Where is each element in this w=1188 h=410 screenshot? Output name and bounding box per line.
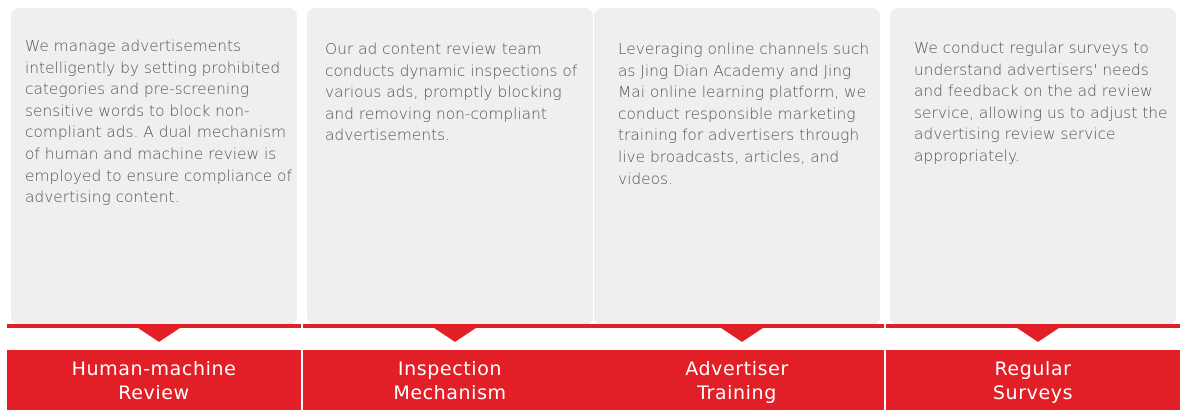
title-line-1: Human-machine bbox=[71, 358, 237, 380]
down-arrow-icon bbox=[1017, 328, 1059, 342]
column-advertiser-training: Leveraging online channels such as Jing … bbox=[590, 8, 884, 410]
title-line-2: Review bbox=[118, 382, 190, 404]
title-line-2: Mechanism bbox=[393, 382, 507, 404]
description-card: Our ad content review team conducts dyna… bbox=[307, 8, 593, 325]
column-inspection-mechanism: Our ad content review team conducts dyna… bbox=[303, 8, 597, 410]
column-human-machine-review: We manage advertisements intelligently b… bbox=[7, 8, 301, 410]
down-arrow-icon bbox=[138, 328, 180, 342]
description-text: We manage advertisements intelligently b… bbox=[25, 37, 292, 207]
title-banner: Advertiser Training bbox=[590, 350, 884, 410]
title-line-1: Inspection bbox=[397, 358, 503, 380]
title-line-1: Regular bbox=[994, 358, 1072, 380]
down-arrow-icon bbox=[721, 328, 763, 342]
description-text: We conduct regular surveys to understand… bbox=[914, 39, 1168, 165]
title-banner: Human-machine Review bbox=[7, 350, 301, 410]
title-line-2: Surveys bbox=[992, 382, 1074, 404]
title-line-2: Training bbox=[697, 382, 777, 404]
down-arrow-icon bbox=[434, 328, 476, 342]
description-card: We manage advertisements intelligently b… bbox=[11, 8, 297, 325]
description-card: Leveraging online channels such as Jing … bbox=[594, 8, 880, 325]
title-banner: Regular Surveys bbox=[886, 350, 1180, 410]
column-regular-surveys: We conduct regular surveys to understand… bbox=[886, 8, 1180, 410]
description-card: We conduct regular surveys to understand… bbox=[890, 8, 1176, 325]
description-text: Leveraging online channels such as Jing … bbox=[618, 40, 870, 188]
description-text: Our ad content review team conducts dyna… bbox=[325, 40, 578, 145]
title-line-1: Advertiser bbox=[685, 358, 789, 380]
title-banner: Inspection Mechanism bbox=[303, 350, 597, 410]
